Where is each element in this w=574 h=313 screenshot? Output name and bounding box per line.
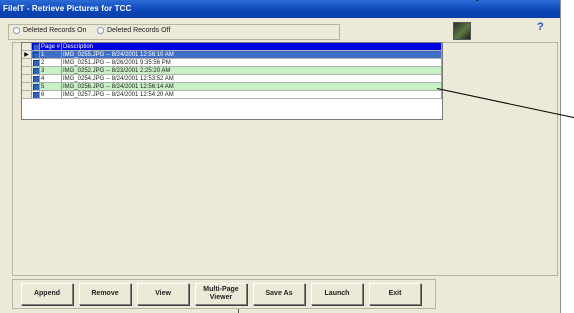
multi-page-viewer-button[interactable]: Multi-Page Viewer [195,283,247,305]
radio-circle-icon [13,27,20,34]
checkbox-icon [33,60,39,66]
table-row[interactable]: 3 IMG_0252.JPG -- 8/23/2001 2:25:20 AM [22,67,442,75]
row-page: 1 [40,51,62,59]
row-selector[interactable] [22,83,32,91]
table-row[interactable]: ▶ 1 IMG_0255.JPG -- 8/24/2001 12:56:10 A… [22,51,442,59]
deleted-on-radio[interactable]: Deleted Records On [13,27,86,34]
row-page: 5 [40,83,62,91]
deleted-off-label: Deleted Records Off [107,27,171,34]
remove-button[interactable]: Remove [79,283,131,305]
row-page: 4 [40,75,62,83]
row-selector[interactable] [22,91,32,99]
row-checkbox[interactable] [32,83,40,91]
row-page: 6 [40,91,62,99]
table-row[interactable]: 6 IMG_0257.JPG -- 8/24/2001 12:54:20 AM [22,91,442,99]
row-description: IMG_0251.JPG -- 8/26/2001 9:35:56 PM [62,59,442,67]
header-selector [22,43,32,51]
checkbox-icon [33,44,39,50]
checkbox-icon [33,52,39,58]
append-button[interactable]: Append [21,283,73,305]
checkbox-icon [33,84,39,90]
button-bar: Append Remove View Multi-Page Viewer Sav… [12,279,436,309]
table-row[interactable]: 4 IMG_0254.JPG -- 8/24/2001 12:53:52 AM [22,75,442,83]
save-as-button[interactable]: Save As [253,283,305,305]
exit-button[interactable]: Exit [369,283,421,305]
launch-button[interactable]: Launch [311,283,363,305]
row-description: IMG_0257.JPG -- 8/24/2001 12:54:20 AM [62,91,442,99]
header-checkbox[interactable] [32,43,40,51]
table-row[interactable]: 5 IMG_0256.JPG -- 8/24/2001 12:56:14 AM [22,83,442,91]
row-pointer-icon: ▶ [22,51,32,59]
row-description: IMG_0255.JPG -- 8/24/2001 12:56:10 AM [62,51,442,59]
row-checkbox[interactable] [32,75,40,83]
window-title: FileIT - Retrieve Pictures for TCC [0,0,560,18]
checkbox-icon [33,68,39,74]
row-checkbox[interactable] [32,91,40,99]
app-window: FileIT - Retrieve Pictures for TCC Delet… [0,0,561,313]
resize-tick [238,309,239,313]
row-page: 3 [40,67,62,75]
deleted-on-label: Deleted Records On [23,27,87,34]
grid-header: Page # Description [22,43,442,51]
view-button[interactable]: View [137,283,189,305]
deleted-off-radio[interactable]: Deleted Records Off [97,27,170,34]
checkbox-icon [33,76,39,82]
row-selector[interactable] [22,67,32,75]
row-description: IMG_0256.JPG -- 8/24/2001 12:56:14 AM [62,83,442,91]
row-page: 2 [40,59,62,67]
header-description[interactable]: Description [62,43,442,51]
deleted-records-options: Deleted Records On Deleted Records Off [8,24,340,40]
help-icon[interactable]: ? [537,21,544,33]
row-selector[interactable] [22,75,32,83]
radio-circle-icon [97,27,104,34]
row-selector[interactable] [22,59,32,67]
table-row[interactable]: 2 IMG_0251.JPG -- 8/26/2001 9:35:56 PM [22,59,442,67]
row-description: IMG_0252.JPG -- 8/23/2001 2:25:20 AM [62,67,442,75]
row-checkbox[interactable] [32,67,40,75]
header-page[interactable]: Page # [40,43,62,51]
row-checkbox[interactable] [32,59,40,67]
pictures-grid: Page # Description ▶ 1 IMG_0255.JPG -- 8… [21,42,443,120]
picture-icon[interactable] [453,22,471,40]
row-description: IMG_0254.JPG -- 8/24/2001 12:53:52 AM [62,75,442,83]
checkbox-icon [33,92,39,98]
row-checkbox[interactable] [32,51,40,59]
